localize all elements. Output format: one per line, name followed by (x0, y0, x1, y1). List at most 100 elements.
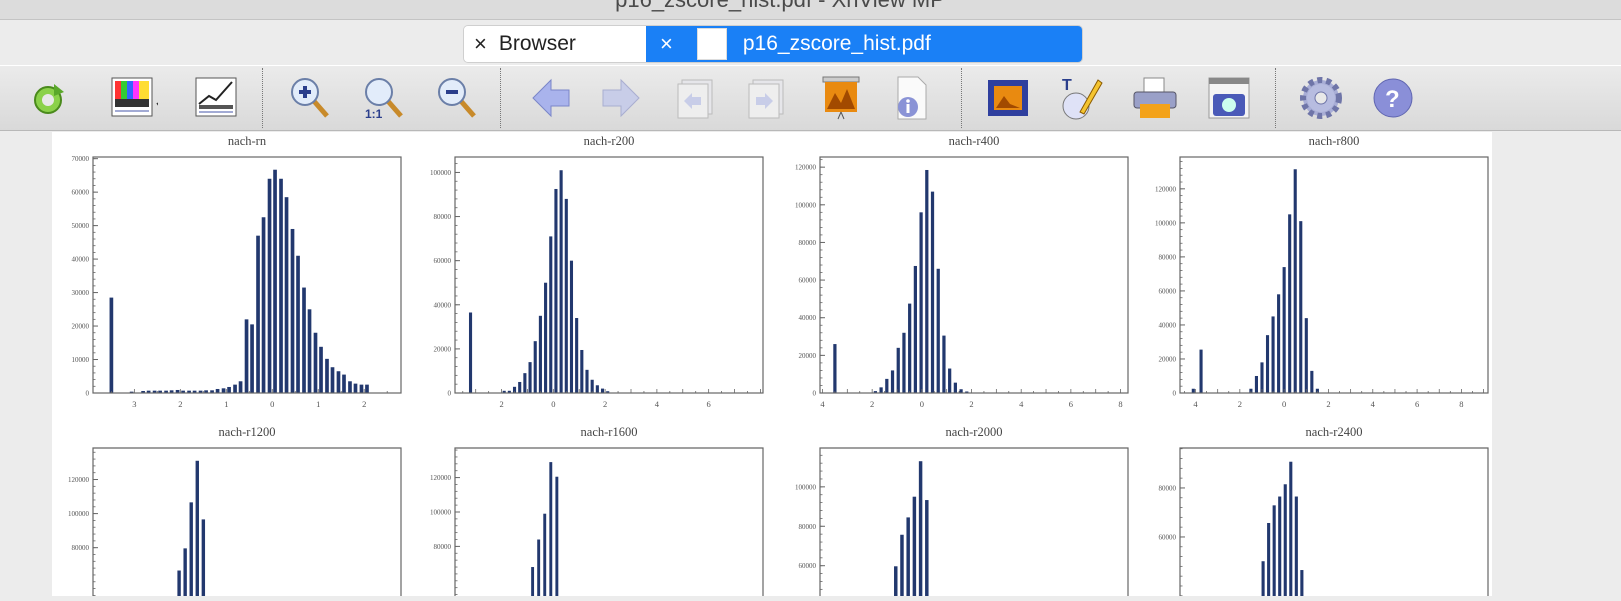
histogram-bar (1283, 484, 1287, 596)
histogram-bar (290, 228, 295, 393)
histogram-bar (353, 383, 358, 393)
y-tick-label: 120000 (1155, 185, 1177, 193)
y-tick-label: 120000 (430, 474, 452, 482)
histogram-bar (1277, 294, 1281, 393)
y-tick-label: 0 (86, 390, 90, 398)
histogram-bar (902, 332, 906, 393)
histogram-nach-r2400: nach-r2400 60000 80000 (1135, 423, 1505, 597)
histogram-bar (600, 388, 605, 393)
tab-label: p16_zscore_hist.pdf (742, 32, 931, 55)
histogram-bar (1304, 318, 1308, 393)
x-tick-label: 2 (1238, 399, 1242, 409)
histogram-bar (215, 388, 220, 393)
next-button[interactable] (597, 74, 645, 122)
chart-svg: nach-r1600 80000 100000 120000 (430, 425, 764, 596)
zoom-out-button[interactable] (434, 74, 482, 122)
first-page-button[interactable] (672, 74, 720, 122)
histogram-bar (273, 169, 277, 393)
y-tick-label: 60000 (72, 189, 90, 197)
histogram-bar (238, 381, 243, 393)
curves-icon (195, 77, 237, 117)
histogram-bar (279, 178, 283, 393)
histogram-bar (195, 460, 199, 596)
document-viewer[interactable]: nach-rn 0 10000 20000 30000 40000 50000 60000 70… (0, 132, 1621, 597)
y-tick-label: 20000 (434, 345, 452, 353)
x-tick-label: 0 (551, 399, 555, 409)
edit-text-icon: T (1062, 77, 1103, 120)
plot-frame (1179, 447, 1489, 596)
histogram-nach-r2000: nach-r2000 60000 80000 100000 (775, 423, 1145, 596)
histogram-bar (307, 309, 312, 393)
histogram-bar (284, 197, 289, 393)
histogram-bar (1254, 375, 1258, 393)
histogram-bar (544, 282, 548, 393)
fullscreen-button[interactable] (984, 74, 1032, 122)
slideshow-icon (822, 76, 860, 120)
tab-pdf-document[interactable]: × p16_zscore_hist.pdf (646, 26, 1082, 62)
slideshow-button[interactable] (817, 74, 865, 122)
chart-title: nach-r1600 (581, 425, 638, 439)
tab-bar: × Browser × p16_zscore_hist.pdf (0, 21, 1621, 66)
x-tick-label: 4 (655, 399, 660, 409)
tab-browser[interactable]: × Browser (464, 26, 646, 62)
histogram-bar (336, 371, 341, 393)
histogram-bar (261, 217, 266, 393)
histogram-bar (325, 358, 329, 393)
histogram-bar (221, 388, 226, 393)
info-button[interactable] (886, 74, 934, 122)
chart-title: nach-r2000 (946, 425, 1003, 439)
color-balance-button[interactable] (110, 74, 158, 122)
print-button[interactable] (1131, 74, 1179, 122)
close-tab-icon[interactable]: × (474, 31, 487, 57)
last-page-button[interactable] (743, 74, 791, 122)
x-tick-label: 4 (1019, 399, 1024, 409)
edit-text-button[interactable]: T (1058, 74, 1106, 122)
x-tick-label: 2 (499, 399, 503, 409)
text-tool-label: T (1062, 77, 1072, 94)
plot-frame (1179, 156, 1489, 394)
histogram-bar (201, 519, 206, 596)
y-tick-label: 20000 (799, 352, 817, 360)
y-tick-label: 100000 (795, 483, 817, 491)
histogram-bar (918, 461, 923, 596)
zoom-in-button[interactable] (287, 74, 335, 122)
chart-svg: nach-r2000 60000 80000 100000 (795, 425, 1129, 596)
histogram-bar (1278, 496, 1282, 596)
toolbar-separator (1275, 68, 1276, 128)
zoom-actual-size-button[interactable]: 1:1 (361, 74, 409, 122)
histogram-bar (1310, 370, 1314, 393)
plot-frame (819, 156, 1129, 394)
x-tick-label: 6 (1415, 399, 1419, 409)
histogram-bar (1294, 496, 1298, 596)
histogram-bar (518, 381, 522, 393)
plot-frame (92, 447, 402, 596)
capture-button[interactable] (1205, 74, 1253, 122)
histogram-bar (569, 260, 574, 393)
settings-button[interactable] (1297, 74, 1345, 122)
y-tick-label: 60000 (1159, 287, 1177, 295)
chart-svg: nach-r400 0 20000 40000 60000 80000 100000 1200… (795, 134, 1129, 409)
x-tick-label: 1 (316, 399, 320, 409)
histogram-bar (906, 517, 910, 596)
histogram-bar (1282, 267, 1286, 393)
y-tick-label: 40000 (72, 256, 90, 264)
close-tab-icon[interactable]: × (660, 31, 673, 57)
y-tick-label: 0 (813, 390, 817, 398)
histogram-bar (896, 347, 900, 393)
capture-icon (1208, 77, 1250, 119)
zoom-ratio-label: 1:1 (365, 107, 383, 120)
y-tick-label: 100000 (68, 510, 90, 518)
fullscreen-icon (988, 80, 1028, 116)
y-tick-label: 60000 (799, 562, 817, 570)
histogram-bar (537, 539, 541, 596)
curves-button[interactable] (192, 74, 240, 122)
x-tick-label: 0 (920, 399, 924, 409)
histogram-bar (359, 384, 364, 393)
histogram-bar (528, 362, 532, 393)
refresh-button[interactable] (24, 74, 72, 122)
histogram-bar (1288, 214, 1292, 393)
histogram-bar (925, 500, 929, 596)
help-button[interactable]: ? (1369, 74, 1417, 122)
previous-button[interactable] (527, 74, 575, 122)
y-tick-label: 20000 (1159, 355, 1177, 363)
